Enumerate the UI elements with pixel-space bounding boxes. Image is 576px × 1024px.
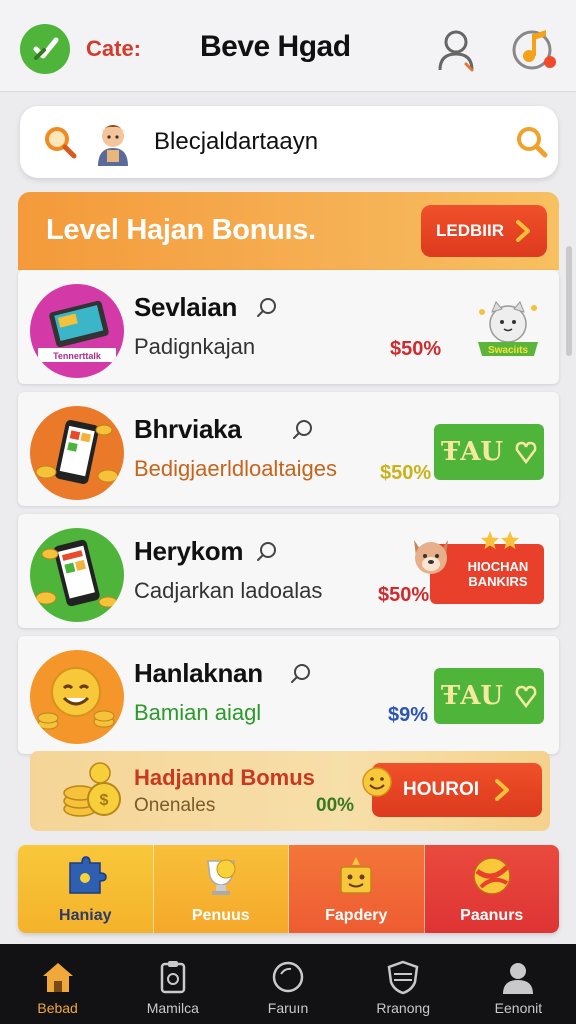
clipboard-icon bbox=[160, 961, 186, 994]
list-item[interactable]: Tennerttalk Sevlaian Padignkajan $50% Sw… bbox=[18, 270, 559, 384]
star-icon bbox=[481, 531, 519, 549]
category-label: Penuus bbox=[191, 907, 250, 924]
action-button[interactable]: ŦAU bbox=[434, 424, 544, 480]
phone-icon: Tennerttalk bbox=[38, 300, 116, 362]
heart-icon bbox=[515, 441, 537, 464]
category-label: Haniay bbox=[59, 907, 112, 924]
circle-icon bbox=[272, 961, 304, 993]
category-penuus[interactable]: Penuus bbox=[153, 845, 289, 933]
search-bar[interactable]: Blecjaldartaayn bbox=[20, 106, 558, 178]
smiley-icon bbox=[37, 667, 115, 730]
item-subtitle: Cadjarkan ladoalas bbox=[134, 578, 323, 603]
banner-button-label: LEDBIIR bbox=[436, 221, 504, 240]
thumb-label: Tennerttalk bbox=[53, 351, 102, 361]
list-item[interactable]: Heryko​m Cadjarkan ladoalas $50% HIOCHAN… bbox=[18, 514, 559, 628]
cat-badge-icon: Swaciıts bbox=[478, 301, 538, 356]
bonus-banner: Level Hajan Bonuıs. LEDBIIR bbox=[18, 192, 559, 270]
bonus-button[interactable]: HOUROI bbox=[372, 763, 542, 817]
bonus-row[interactable]: $ Hadjannd Bomus Onenales 00% HOUROI bbox=[30, 751, 550, 831]
ball-icon bbox=[473, 857, 511, 895]
nav-item-rranong[interactable]: Rranong bbox=[346, 944, 461, 1024]
list-item[interactable]: Bhrviaka Bedigjaerldloaltaiges $50% ŦAU bbox=[18, 392, 559, 506]
bonus-title: Hadjannd Bomus bbox=[134, 765, 315, 790]
svg-text:$: $ bbox=[100, 792, 109, 809]
nav-item-eenonit[interactable]: Eenonit bbox=[461, 944, 576, 1024]
coins-icon: $ bbox=[63, 762, 121, 817]
trophy-icon bbox=[206, 859, 236, 895]
item-subtitle: Padignkajan bbox=[134, 334, 256, 359]
search-icon[interactable] bbox=[256, 540, 278, 562]
avatar-icon bbox=[98, 125, 128, 166]
chevron-right-icon bbox=[516, 220, 530, 242]
shield-icon bbox=[387, 960, 419, 995]
item-thumbnail bbox=[30, 528, 124, 622]
smiley-icon bbox=[362, 767, 392, 797]
page-title: Beve Hgad bbox=[200, 30, 351, 63]
nav-label: Eenonit bbox=[494, 1000, 543, 1016]
action-button[interactable]: ŦAU bbox=[434, 668, 544, 724]
bonus-button-label: HOUROI bbox=[403, 779, 479, 800]
item-title: Sevlaian bbox=[134, 292, 238, 322]
gift-icon bbox=[340, 857, 372, 894]
app-header: Cate: Beve Hgad bbox=[0, 0, 576, 92]
item-price: $50% bbox=[390, 338, 442, 360]
nav-item-mamilca[interactable]: Mamilca bbox=[115, 944, 230, 1024]
dog-mascot-icon bbox=[414, 540, 448, 574]
item-subtitle: Bedigjaerldloaltaiges bbox=[134, 456, 338, 481]
category-bar: Haniay Penuus Fapdery Paanurs bbox=[18, 845, 559, 933]
nav-item-faruin[interactable]: Faruın bbox=[230, 944, 345, 1024]
search-input[interactable]: Blecjaldartaayn bbox=[154, 128, 318, 156]
search-icon[interactable] bbox=[42, 124, 78, 160]
item-thumbnail: Tennerttalk bbox=[30, 284, 124, 378]
item-price: $50% bbox=[378, 584, 430, 606]
bonus-percent: 00% bbox=[316, 795, 355, 816]
checkmark-icon[interactable] bbox=[20, 24, 70, 74]
user-icon bbox=[503, 963, 534, 994]
nav-item-bebad[interactable]: Bebad bbox=[0, 944, 115, 1024]
category-fapdery[interactable]: Fapdery bbox=[289, 845, 425, 933]
search-icon[interactable] bbox=[292, 418, 314, 440]
action-label: ŦAU bbox=[440, 437, 504, 467]
category-paanurs[interactable]: Paanurs bbox=[424, 845, 559, 933]
banner-button[interactable]: LEDBIIR bbox=[421, 205, 547, 257]
phone-icon bbox=[35, 539, 118, 608]
badge-mascot[interactable]: Swaciıts bbox=[470, 292, 546, 366]
list-item[interactable]: Hanlaknan Bamian aiagl $9% ŦAU bbox=[18, 636, 559, 754]
category-label: Fapdery bbox=[325, 907, 388, 924]
item-thumbnail bbox=[30, 650, 124, 744]
search-icon[interactable] bbox=[290, 662, 312, 684]
category-haniay[interactable]: Haniay bbox=[18, 845, 154, 933]
puzzle-icon bbox=[69, 856, 108, 894]
nav-label: Bebad bbox=[37, 1000, 78, 1016]
search-icon[interactable] bbox=[256, 296, 278, 318]
action-label: ŦAU bbox=[440, 681, 504, 711]
heart-icon bbox=[515, 685, 537, 708]
promo-badge-label: HIOCHAN BANKIRS bbox=[467, 559, 529, 589]
category-label: Paanurs bbox=[460, 907, 524, 924]
item-thumbnail bbox=[30, 406, 124, 500]
header-tag: Cate: bbox=[86, 36, 142, 61]
nav-label: Faruın bbox=[267, 1000, 309, 1016]
home-icon bbox=[42, 963, 73, 992]
item-title: Bhrviaka bbox=[134, 414, 242, 444]
bottom-nav: Bebad Mamilca Faruın Rranong Eenonit bbox=[0, 944, 576, 1024]
item-title: Heryko​m bbox=[134, 536, 244, 566]
phone-icon bbox=[35, 420, 119, 484]
scrollbar[interactable] bbox=[566, 246, 572, 356]
bonus-subtitle: Onenales bbox=[134, 795, 216, 816]
item-title: Hanlaknan bbox=[134, 658, 263, 688]
banner-title: Level Hajan Bonuıs. bbox=[46, 214, 316, 246]
music-icon[interactable] bbox=[510, 24, 558, 72]
item-price: $50% bbox=[380, 462, 432, 484]
user-icon[interactable] bbox=[436, 28, 476, 72]
nav-label: Rranong bbox=[376, 1000, 431, 1016]
search-icon[interactable] bbox=[514, 124, 550, 160]
item-subtitle: Bamian aiagl bbox=[134, 700, 262, 725]
badge-label: Swaciıts bbox=[488, 345, 528, 356]
nav-label: Mamilca bbox=[146, 1000, 199, 1016]
item-price: $9% bbox=[388, 704, 429, 726]
chevron-right-icon bbox=[495, 779, 509, 801]
